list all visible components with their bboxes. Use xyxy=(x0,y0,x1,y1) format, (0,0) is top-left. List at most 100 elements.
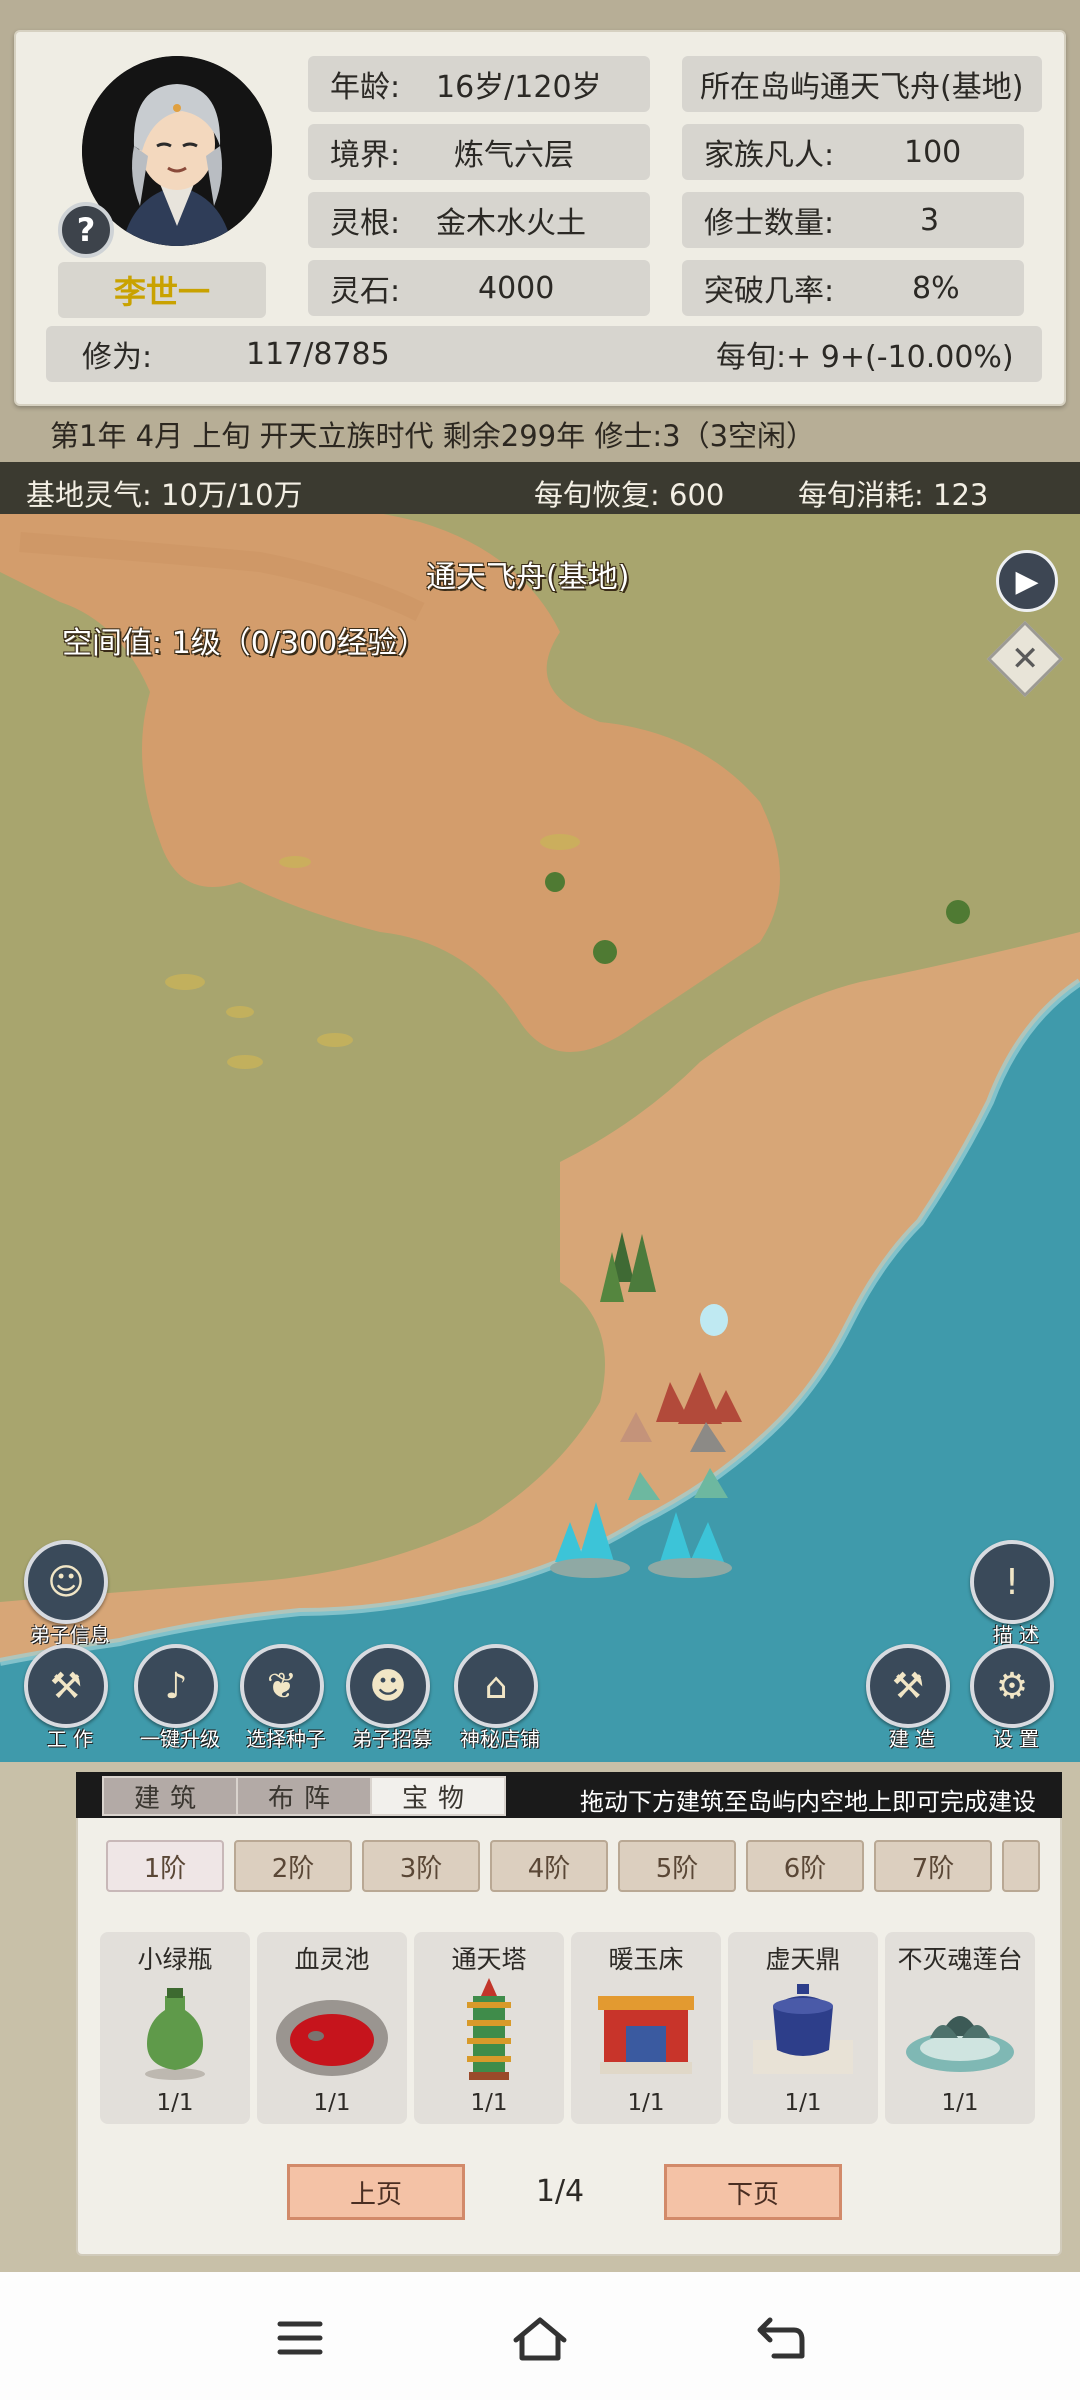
cultivators-value: 3 xyxy=(920,202,940,238)
location-title: 通天飞舟(基地) xyxy=(426,560,630,595)
help-icon[interactable]: ? xyxy=(58,202,114,258)
tier-5[interactable]: 5阶 xyxy=(618,1840,736,1892)
item-warm-jade-bed[interactable]: 暖玉床 1/1 xyxy=(571,1932,721,2124)
work-icon: ⚒ xyxy=(49,1665,83,1707)
spirit-qi-bar: 基地灵气: 10万/10万 每旬恢复: 600 每旬消耗: 123 xyxy=(0,462,1080,514)
island-label: 所在岛屿 xyxy=(700,70,820,105)
item-count: 1/1 xyxy=(156,2090,194,2116)
back-icon[interactable] xyxy=(750,2314,810,2362)
item-blood-spirit-pool[interactable]: 血灵池 1/1 xyxy=(257,1932,407,2124)
recruit-label: 弟子招募 xyxy=(352,1727,432,1751)
tier-7[interactable]: 7阶 xyxy=(874,1840,992,1892)
spirit-stones-stat: 灵石: 4000 xyxy=(308,260,650,316)
system-navbar xyxy=(0,2272,1080,2400)
describe-button[interactable]: ! 描 述 xyxy=(970,1540,1054,1647)
mystery-shop-label: 神秘店铺 xyxy=(460,1727,540,1751)
mortals-value: 100 xyxy=(904,134,962,170)
page-indicator: 1/4 xyxy=(535,2174,585,2209)
breakthrough-label: 突破几率: xyxy=(704,274,835,309)
tab-treasures[interactable]: 宝物 xyxy=(370,1776,506,1816)
tab-formations[interactable]: 布阵 xyxy=(236,1776,372,1816)
menu-icon[interactable] xyxy=(270,2314,330,2362)
breakthrough-value: 8% xyxy=(912,270,960,306)
island-map[interactable]: 通天飞舟(基地) 空间值: 1级（0/300经验） ▶ ✕ ☺ 弟子信息 ⚒ 工… xyxy=(0,462,1080,1762)
item-count: 1/1 xyxy=(470,2090,508,2116)
item-count: 1/1 xyxy=(941,2090,979,2116)
settings-label: 设 置 xyxy=(992,1727,1040,1751)
cultivators-label: 修士数量: xyxy=(704,206,835,241)
tier-4[interactable]: 4阶 xyxy=(490,1840,608,1892)
item-small-green-bottle[interactable]: 小绿瓶 1/1 xyxy=(100,1932,250,2124)
cultivation-label: 修为: xyxy=(82,340,153,375)
lotus-platform-icon xyxy=(906,2016,1014,2072)
item-count: 1/1 xyxy=(313,2090,351,2116)
disciple-info-button[interactable]: ☺ 弟子信息 xyxy=(24,1540,110,1647)
shop-icon: ⌂ xyxy=(484,1665,508,1707)
tower-icon xyxy=(467,1978,511,2080)
cultivators-stat: 修士数量: 3 xyxy=(682,192,1024,248)
space-value: 空间值: 1级（0/300经验） xyxy=(62,626,428,661)
realm-label: 境界: xyxy=(330,138,401,173)
next-page-button[interactable]: 下页 xyxy=(664,2164,842,2220)
status-line: 第1年 4月 上旬 开天立族时代 剩余299年 修士:3（3空闲） xyxy=(50,419,816,453)
play-icon[interactable]: ▶ xyxy=(996,550,1058,612)
per-turn-gain: 每旬:+ 9+(-10.00%) xyxy=(716,340,1014,375)
mortals-stat: 家族凡人: 100 xyxy=(682,124,1024,180)
mortals-label: 家族凡人: xyxy=(704,138,835,173)
tab-buildings[interactable]: 建筑 xyxy=(102,1776,238,1816)
profile-panel: ? 李世一 年龄: 16岁/120岁 境界: 炼气六层 灵根: 金木水火土 灵石… xyxy=(14,30,1066,406)
hammer-icon: ⚒ xyxy=(891,1665,925,1707)
game-screen: { "profile": { "name": "李世一", "age_label… xyxy=(0,0,1080,2400)
character-name: 李世一 xyxy=(58,262,266,318)
realm-value: 炼气六层 xyxy=(454,138,574,173)
exclamation-icon: ! xyxy=(1004,1561,1020,1603)
age-stat: 年龄: 16岁/120岁 xyxy=(308,56,650,112)
age-label: 年龄: xyxy=(330,70,401,105)
tier-3[interactable]: 3阶 xyxy=(362,1840,480,1892)
item-tongtian-tower[interactable]: 通天塔 1/1 xyxy=(414,1932,564,2124)
item-name: 血灵池 xyxy=(294,1945,370,1974)
jade-bed-icon xyxy=(598,1996,694,2074)
mystery-shop-button[interactable]: ⌂ 神秘店铺 xyxy=(454,1644,540,1751)
spirit-root-label: 灵根: xyxy=(330,206,401,241)
tier-1[interactable]: 1阶 xyxy=(106,1840,224,1892)
island-value: 通天飞舟(基地) xyxy=(820,70,1024,105)
island-stat: 所在岛屿 通天飞舟(基地) xyxy=(682,56,1042,112)
spirit-root-value: 金木水火土 xyxy=(436,206,586,241)
item-name: 暖玉床 xyxy=(608,1945,684,1974)
work-label: 工 作 xyxy=(46,1727,94,1751)
item-count: 1/1 xyxy=(627,2090,665,2116)
gear-icon: ⚙ xyxy=(995,1665,1029,1707)
tier-8-partial[interactable] xyxy=(1002,1840,1040,1892)
recruit-icon: ☻ xyxy=(369,1665,407,1707)
seed-icon: ❦ xyxy=(266,1665,298,1707)
work-button[interactable]: ⚒ 工 作 xyxy=(24,1644,108,1751)
build-tab-bar: 建筑 布阵 宝物 拖动下方建筑至岛屿内空地上即可完成建设 xyxy=(76,1772,1062,1818)
breakthrough-stat: 突破几率: 8% xyxy=(682,260,1024,316)
spirit-root-stat: 灵根: 金木水火土 xyxy=(308,192,650,248)
item-count: 1/1 xyxy=(784,2090,822,2116)
recruit-button[interactable]: ☻ 弟子招募 xyxy=(346,1644,432,1751)
spirit-stones-value: 4000 xyxy=(478,270,555,306)
settings-button[interactable]: ⚙ 设 置 xyxy=(970,1644,1054,1751)
cultivation-value: 117/8785 xyxy=(246,336,390,372)
tier-2[interactable]: 2阶 xyxy=(234,1840,352,1892)
build-button[interactable]: ⚒ 建 造 xyxy=(866,1644,950,1751)
close-glyph: ✕ xyxy=(1010,639,1040,679)
item-eternal-soul-lotus[interactable]: 不灭魂莲台 1/1 xyxy=(885,1932,1035,2124)
cauldron-icon xyxy=(753,1984,853,2074)
item-name: 不灭魂莲台 xyxy=(897,1945,1023,1974)
cultivation-stat: 修为: 117/8785 每旬:+ 9+(-10.00%) xyxy=(46,326,1042,382)
disciple-icon: ☺ xyxy=(47,1561,85,1603)
scroll-icon: ♪ xyxy=(164,1665,188,1707)
upgrade-all-button[interactable]: ♪ 一键升级 xyxy=(134,1644,220,1751)
home-icon[interactable] xyxy=(510,2314,570,2362)
item-name: 小绿瓶 xyxy=(137,1945,213,1974)
prev-page-button[interactable]: 上页 xyxy=(287,2164,465,2220)
item-name: 通天塔 xyxy=(451,1945,527,1974)
tier-6[interactable]: 6阶 xyxy=(746,1840,864,1892)
select-seeds-button[interactable]: ❦ 选择种子 xyxy=(240,1644,326,1751)
item-xutian-cauldron[interactable]: 虚天鼎 1/1 xyxy=(728,1932,878,2124)
build-hint: 拖动下方建筑至岛屿内空地上即可完成建设 xyxy=(580,1788,1036,1816)
qi-consumption: 每旬消耗: 123 xyxy=(798,478,989,512)
